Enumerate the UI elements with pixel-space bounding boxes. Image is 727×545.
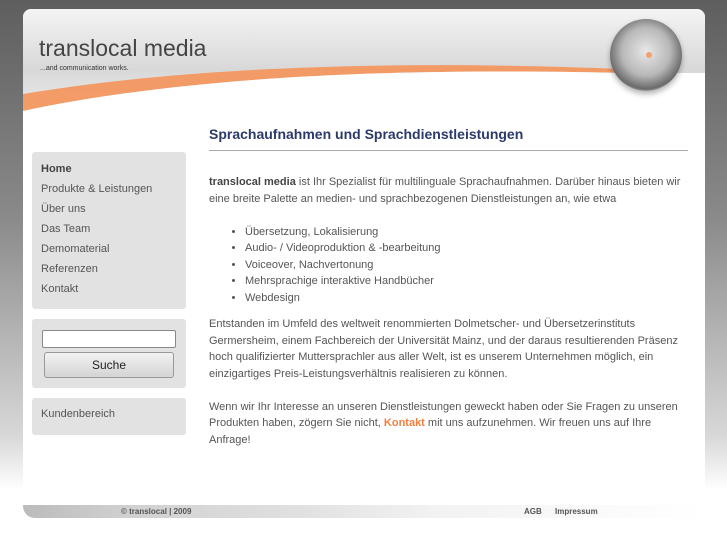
agb-link[interactable]: AGB	[524, 507, 542, 516]
customer-area-link[interactable]: Kundenbereich	[32, 398, 186, 435]
paragraph-contact: Wenn wir Ihr Interesse an unseren Dienst…	[209, 399, 689, 449]
list-item: Webdesign	[245, 290, 689, 307]
search-box: Suche	[32, 319, 186, 388]
nav-item-home[interactable]: Home	[41, 161, 186, 181]
sidebar-nav: Home Produkte & Leistungen Über uns Das …	[32, 152, 186, 309]
logo-tagline: ...and communication works.	[40, 65, 129, 72]
header-banner: translocal media ...and communication wo…	[23, 9, 705, 111]
paragraph-about: Entstanden im Umfeld des weltweit renomm…	[209, 318, 678, 380]
nav-item-demomaterial[interactable]: Demomaterial	[41, 241, 186, 261]
nav-item-referenzen[interactable]: Referenzen	[41, 261, 186, 281]
nav-item-produkte[interactable]: Produkte & Leistungen	[41, 181, 186, 201]
nav-item-ueber-uns[interactable]: Über uns	[41, 201, 186, 221]
list-item: Audio- / Videoproduktion & -bearbeitung	[245, 240, 689, 257]
search-button[interactable]: Suche	[44, 352, 174, 378]
nav-item-team[interactable]: Das Team	[41, 221, 186, 241]
page-title: Sprachaufnahmen und Sprachdienstleistung…	[209, 126, 524, 142]
nav-item-kontakt[interactable]: Kontakt	[41, 281, 186, 301]
orb-logo-icon	[610, 19, 682, 91]
contact-link[interactable]: Kontakt	[384, 417, 425, 429]
copyright: © translocal | 2009	[121, 507, 192, 516]
search-input[interactable]	[42, 330, 176, 348]
page: translocal media ...and communication wo…	[23, 9, 705, 520]
brand-name: translocal media	[209, 176, 296, 188]
list-item: Übersetzung, Lokalisierung	[245, 224, 689, 241]
list-item: Mehrsprachige interaktive Handbücher	[245, 273, 689, 290]
main-content: translocal media ist Ihr Spezialist für …	[209, 174, 689, 465]
divider	[209, 150, 688, 151]
services-list: Übersetzung, Lokalisierung Audio- / Vide…	[245, 224, 689, 307]
logo-title[interactable]: translocal media	[39, 35, 206, 62]
list-item: Voiceover, Nachvertonung	[245, 257, 689, 274]
intro-paragraph: translocal media ist Ihr Spezialist für …	[209, 174, 689, 207]
impressum-link[interactable]: Impressum	[555, 507, 598, 516]
footer: © translocal | 2009 AGB Impressum	[23, 505, 705, 518]
